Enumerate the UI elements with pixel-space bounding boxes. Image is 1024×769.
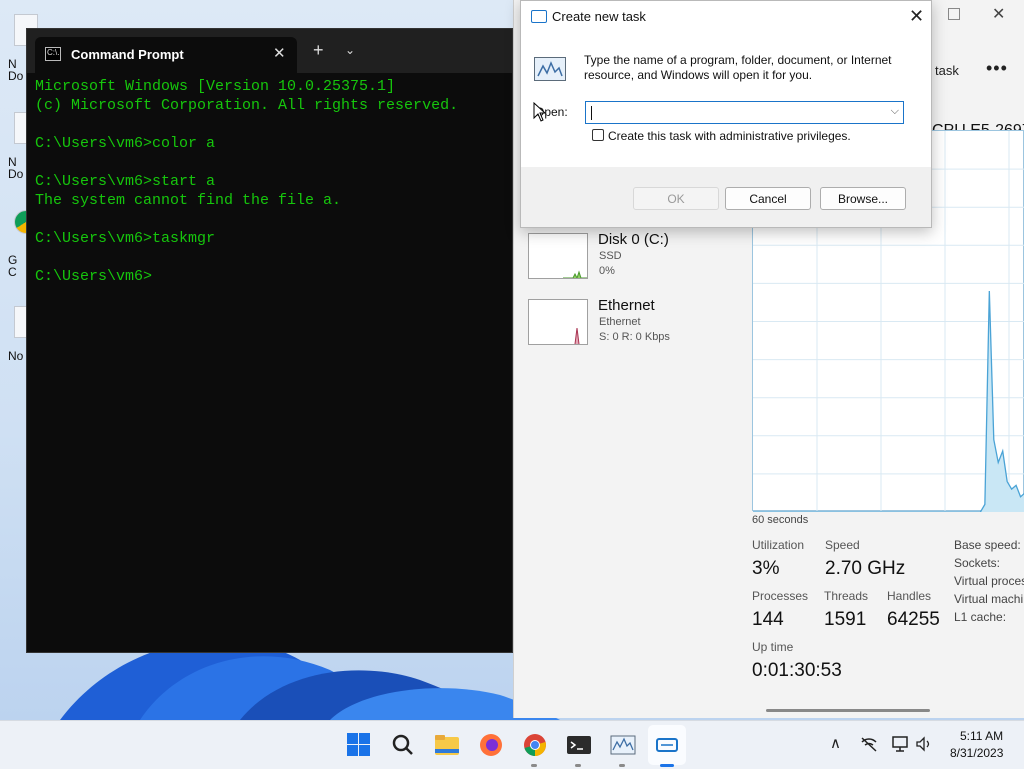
- l1-cache-label: L1 cache:: [954, 610, 1007, 624]
- handles-label: Handles: [887, 589, 932, 603]
- console-line: C:\Users\vm6>: [35, 268, 153, 285]
- browse-button[interactable]: Browse...: [820, 187, 906, 210]
- virtual-processors-label: Virtual proces: [954, 574, 1024, 588]
- utilization-value: 3%: [752, 558, 780, 579]
- tab-command-prompt[interactable]: C:\. Command Prompt ✕: [35, 37, 297, 73]
- search-icon[interactable]: [390, 733, 416, 757]
- dialog-message: Type the name of a program, folder, docu…: [584, 53, 892, 82]
- display-icon[interactable]: [892, 736, 910, 752]
- ok-button[interactable]: OK: [633, 187, 719, 210]
- task-manager-icon[interactable]: [610, 733, 636, 757]
- dialog-title: Create new task: [552, 9, 646, 24]
- more-options-icon[interactable]: •••: [986, 58, 1008, 79]
- active-indicator: [660, 764, 674, 767]
- desktop-icon-label: No: [8, 350, 24, 362]
- tray-overflow-chevron-icon[interactable]: ∧: [830, 734, 841, 752]
- graph-time-span: 60 seconds: [752, 514, 809, 526]
- device-title: Disk 0 (C:): [598, 231, 669, 248]
- terminal-icon[interactable]: [566, 733, 592, 757]
- run-new-task-button[interactable]: task: [935, 63, 959, 78]
- speed-value: 2.70 GHz: [825, 558, 906, 579]
- uptime-value: 0:01:30:53: [752, 660, 842, 681]
- processes-value: 144: [752, 609, 784, 630]
- console-line: C:\Users\vm6>color a: [35, 135, 216, 152]
- console-line: (c) Microsoft Corporation. All rights re…: [35, 97, 459, 114]
- run-icon: [534, 57, 566, 81]
- chrome-icon[interactable]: [522, 733, 548, 757]
- cancel-button[interactable]: Cancel: [725, 187, 811, 210]
- utilization-label: Utilization: [752, 538, 805, 552]
- device-title: Ethernet: [598, 297, 655, 314]
- open-combobox[interactable]: ⌵: [585, 101, 904, 124]
- cpu-area: [753, 291, 1024, 512]
- uptime-label: Up time: [752, 640, 794, 654]
- tab-title: Command Prompt: [71, 47, 184, 62]
- console-line: The system cannot find the file a.: [35, 192, 342, 209]
- admin-privileges-checkbox[interactable]: [592, 129, 604, 141]
- cpu-line: [753, 291, 1024, 512]
- ethernet-mini-graph: [528, 299, 588, 345]
- disk-mini-graph: [528, 233, 588, 280]
- new-tab-icon[interactable]: +: [313, 41, 324, 59]
- threads-label: Threads: [824, 589, 869, 603]
- maximize-icon[interactable]: [948, 8, 960, 20]
- chevron-down-icon[interactable]: ⌵: [891, 105, 899, 118]
- close-icon[interactable]: ✕: [909, 6, 924, 27]
- horizontal-scrollbar[interactable]: [766, 709, 930, 712]
- task-manager-icon: [531, 10, 547, 23]
- processes-label: Processes: [752, 589, 809, 603]
- dialog-titlebar[interactable]: Create new task ✕: [521, 1, 931, 33]
- taskbar: ∧ 5:11 AM 8/31/2023: [0, 720, 1024, 769]
- threads-value: 1591: [824, 609, 867, 630]
- create-new-task-dialog[interactable]: Create new task ✕ Type the name of a pro…: [520, 0, 932, 228]
- chevron-down-icon[interactable]: ⌄: [345, 43, 355, 57]
- console-line: Microsoft Windows [Version 10.0.25375.1]: [35, 78, 396, 95]
- console-line: C:\Users\vm6>taskmgr: [35, 230, 216, 247]
- cmd-icon: C:\.: [45, 47, 61, 61]
- console-line: C:\Users\vm6>start a: [35, 173, 216, 190]
- file-explorer-icon[interactable]: [434, 733, 460, 757]
- sockets-label: Sockets:: [954, 556, 1001, 570]
- clock-time[interactable]: 5:11 AM: [960, 729, 1003, 743]
- open-input[interactable]: [592, 104, 886, 123]
- mouse-cursor-icon: [533, 102, 547, 122]
- running-indicator: [619, 764, 625, 767]
- virtual-machine-label: Virtual machi: [954, 592, 1024, 606]
- device-value: S: 0 R: 0 Kbps: [599, 331, 670, 343]
- cmd-icon-text: C:\.: [47, 48, 60, 57]
- start-icon[interactable]: [346, 733, 372, 757]
- close-icon[interactable]: ✕: [992, 4, 1005, 24]
- command-prompt-window[interactable]: C:\. Command Prompt ✕ + ⌄ Microsoft Wind…: [26, 28, 513, 653]
- network-off-icon[interactable]: [860, 736, 878, 752]
- handles-value: 64255: [887, 609, 940, 630]
- device-subtitle: Ethernet: [599, 316, 641, 328]
- console-output[interactable]: Microsoft Windows [Version 10.0.25375.1]…: [35, 77, 505, 286]
- admin-privileges-label[interactable]: Create this task with administrative pri…: [608, 129, 851, 143]
- cmd-titlebar[interactable]: C:\. Command Prompt ✕ + ⌄: [27, 29, 512, 73]
- device-subtitle: SSD: [599, 250, 622, 262]
- desktop-icon-label: N Do: [8, 58, 24, 82]
- volume-icon[interactable]: [915, 736, 933, 752]
- base-speed-label: Base speed:: [954, 538, 1021, 552]
- running-indicator: [531, 764, 537, 767]
- run-dialog-icon[interactable]: [654, 733, 680, 757]
- close-tab-icon[interactable]: ✕: [273, 44, 286, 62]
- firefox-icon[interactable]: [478, 733, 504, 757]
- speed-label: Speed: [825, 538, 860, 552]
- desktop-icon-label: N Do: [8, 156, 24, 180]
- device-value: 0%: [599, 265, 615, 277]
- running-indicator: [575, 764, 581, 767]
- desktop-icon-label: G C: [8, 254, 18, 278]
- clock-date[interactable]: 8/31/2023: [950, 746, 1003, 760]
